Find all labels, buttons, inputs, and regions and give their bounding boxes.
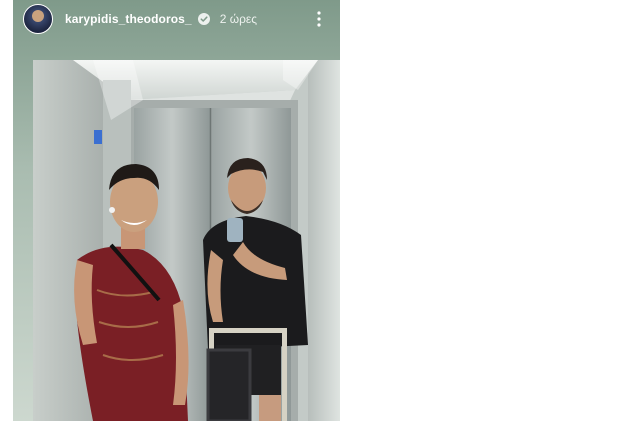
post-timestamp: 2 ώρες (219, 12, 258, 26)
elevator-selfie-image (33, 60, 340, 421)
more-vertical-icon[interactable] (314, 10, 324, 28)
username[interactable]: karypidis_theodoros_ (65, 12, 192, 26)
story-header: karypidis_theodoros_ 2 ώρες (13, 0, 340, 38)
story-viewer: karypidis_theodoros_ 2 ώρες (13, 0, 340, 421)
story-photo[interactable] (33, 60, 340, 421)
verified-badge-icon (197, 13, 210, 25)
profile-avatar[interactable] (23, 4, 53, 34)
